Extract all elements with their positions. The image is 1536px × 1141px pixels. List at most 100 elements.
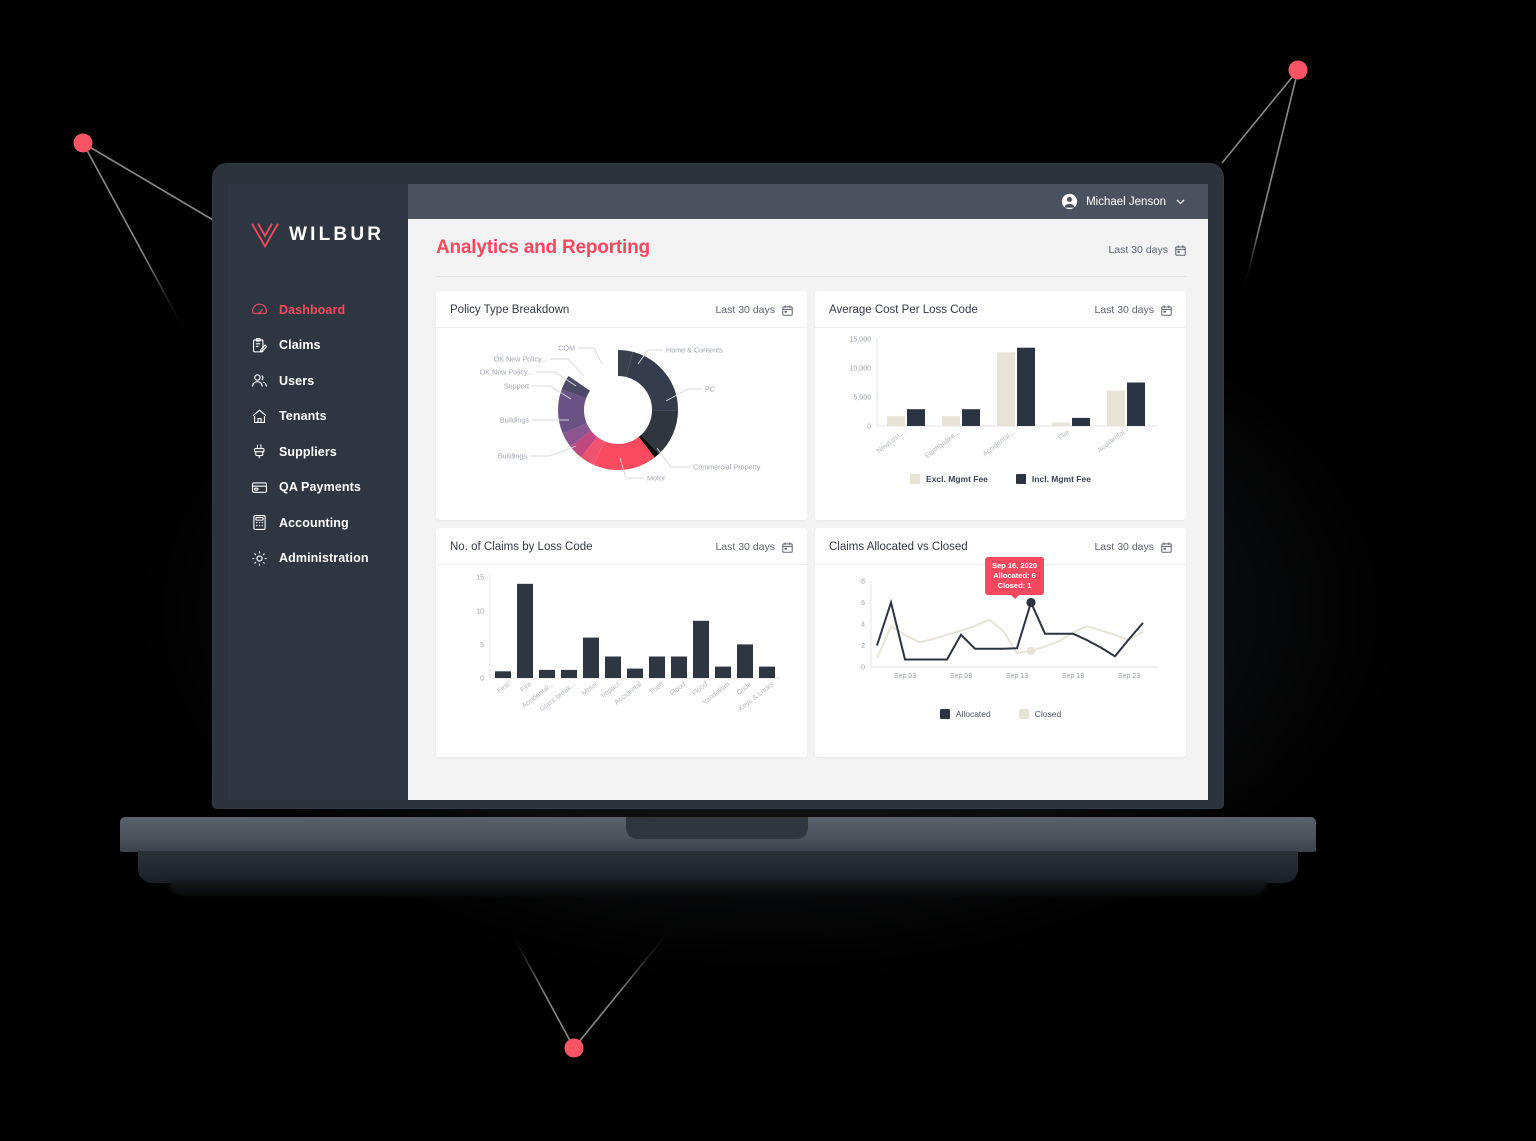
sidebar-item-label: QA Payments bbox=[279, 480, 361, 495]
page-date-range-selector[interactable]: Last 30 days bbox=[1108, 244, 1186, 256]
user-avatar-icon bbox=[1061, 193, 1078, 210]
x-tick: Accidental... bbox=[982, 429, 1016, 458]
user-name: Michael Jenson bbox=[1086, 195, 1166, 208]
sidebar-item-label: Claims bbox=[279, 338, 321, 353]
card-policy-type-breakdown: Policy Type Breakdown Last 30 days Home … bbox=[436, 291, 807, 520]
legend-item-excl-mgmt-fee[interactable]: Excl. Mgmt Fee bbox=[910, 474, 988, 484]
legend-item-incl-mgmt-fee[interactable]: Incl. Mgmt Fee bbox=[1015, 474, 1091, 484]
y-tick: 0 bbox=[867, 424, 871, 431]
range-label: Last 30 days bbox=[1094, 304, 1154, 316]
paint-brush-icon bbox=[254, 444, 265, 459]
legend-swatch bbox=[1015, 474, 1026, 484]
chart-tooltip: Sep 16, 2020 Allocated: 6 Closed: 1 bbox=[985, 557, 1045, 596]
bar bbox=[737, 644, 753, 678]
legend-swatch bbox=[939, 709, 950, 719]
page-title: Analytics and Reporting bbox=[436, 237, 650, 258]
x-tick: Flood bbox=[691, 681, 709, 697]
bar bbox=[649, 656, 665, 678]
y-tick: 0 bbox=[861, 665, 865, 672]
grouped-bar-chart: 0 5,000 10,000 15,000 NewLost... Earthqu… bbox=[829, 328, 1172, 510]
card-date-range-selector[interactable]: Last 30 days bbox=[1094, 304, 1172, 316]
tooltip-date: Sep 16, 2020 bbox=[992, 561, 1038, 570]
bar bbox=[671, 656, 687, 678]
card-date-range-selector[interactable]: Last 30 days bbox=[1094, 541, 1172, 553]
x-tick: Fire bbox=[519, 681, 533, 694]
calendar-icon bbox=[1161, 304, 1172, 316]
y-tick: 10,000 bbox=[850, 366, 872, 373]
x-tick: Sep 23 bbox=[1118, 673, 1140, 680]
donut-label: Buildings bbox=[500, 416, 530, 425]
clipboard-pen-icon bbox=[252, 337, 268, 353]
sidebar-item-accounting[interactable]: Accounting bbox=[228, 505, 408, 541]
card-title: Claims Allocated vs Closed bbox=[829, 541, 968, 553]
bar bbox=[495, 671, 511, 678]
sidebar-item-administration[interactable]: Administration bbox=[228, 541, 408, 577]
card-no-of-claims-by-loss-code: No. of Claims by Loss Code Last 30 days bbox=[436, 528, 807, 757]
x-tick: Flood bbox=[669, 681, 687, 697]
chevron-down-icon[interactable] bbox=[1174, 195, 1187, 208]
bar bbox=[693, 620, 709, 678]
card-date-range-selector[interactable]: Last 30 days bbox=[715, 541, 793, 553]
bar-excl bbox=[887, 416, 905, 426]
bar-excl bbox=[997, 352, 1015, 426]
x-tick: Sep 13 bbox=[1006, 673, 1028, 680]
donut-label: COM bbox=[558, 344, 575, 353]
bar bbox=[715, 666, 731, 678]
sidebar-item-label: Dashboard bbox=[279, 302, 346, 317]
bar bbox=[561, 669, 577, 678]
y-tick: 5,000 bbox=[853, 395, 871, 402]
gear-icon bbox=[252, 551, 267, 566]
bar bbox=[517, 583, 533, 678]
home-icon bbox=[252, 409, 267, 423]
x-tick: Motor bbox=[581, 681, 600, 698]
donut-label: PC bbox=[705, 385, 715, 394]
sidebar-item-label: Administration bbox=[279, 551, 369, 566]
chart-legend: Excl. Mgmt Fee Incl. Mgmt Fee bbox=[829, 474, 1172, 484]
callout-dot bbox=[564, 1038, 584, 1058]
card-date-range-selector[interactable]: Last 30 days bbox=[715, 304, 793, 316]
sidebar-item-suppliers[interactable]: Suppliers bbox=[228, 434, 408, 470]
brand-name: WILBUR bbox=[289, 224, 385, 245]
sidebar-item-users[interactable]: Users bbox=[228, 363, 408, 399]
calendar-icon bbox=[782, 304, 793, 316]
sidebar-item-dashboard[interactable]: Dashboard bbox=[228, 292, 408, 328]
x-tick: Sep 08 bbox=[950, 673, 972, 680]
sidebar-item-tenants[interactable]: Tenants bbox=[228, 399, 408, 435]
x-tick: Accidental bbox=[1096, 429, 1126, 455]
bar bbox=[583, 637, 599, 678]
wilbur-logo-icon bbox=[251, 223, 279, 248]
page-header: Analytics and Reporting Last 30 days bbox=[436, 237, 1186, 259]
y-tick: 4 bbox=[861, 622, 865, 629]
donut-chart: Home & Contents COM OK New Policy... OK … bbox=[450, 328, 793, 510]
range-label: Last 30 days bbox=[1094, 541, 1154, 553]
legend-swatch bbox=[1018, 709, 1029, 719]
bar-excl bbox=[942, 416, 960, 426]
x-tick: First bbox=[496, 681, 511, 695]
sidebar-item-claims[interactable]: Claims bbox=[228, 328, 408, 364]
legend-item-allocated[interactable]: Allocated bbox=[939, 709, 991, 719]
donut-label: Motor bbox=[647, 474, 666, 483]
bar bbox=[539, 669, 555, 678]
donut-label: OK New Policy... bbox=[494, 355, 547, 364]
legend-label: Incl. Mgmt Fee bbox=[1031, 474, 1091, 484]
sidebar-item-qa-payments[interactable]: QA Payments bbox=[228, 470, 408, 506]
card-average-cost-per-loss-code: Average Cost Per Loss Code Last 30 days bbox=[815, 291, 1186, 520]
tooltip-allocated: Allocated: 6 bbox=[993, 571, 1036, 581]
y-tick: 2 bbox=[861, 643, 865, 650]
calendar-icon bbox=[782, 541, 793, 553]
legend-item-closed[interactable]: Closed bbox=[1018, 709, 1061, 719]
calculator-icon bbox=[253, 515, 266, 531]
callout-dot bbox=[73, 133, 93, 153]
x-tick: Sep 03 bbox=[894, 673, 916, 680]
bar-incl bbox=[1017, 347, 1035, 426]
card-header: No. of Claims by Loss Code Last 30 days bbox=[450, 541, 793, 564]
donut-label: OK New Policy... bbox=[480, 368, 533, 377]
credit-card-icon bbox=[251, 482, 268, 493]
y-tick: 15 bbox=[476, 575, 484, 582]
range-label: Last 30 days bbox=[715, 304, 775, 316]
card-title: Policy Type Breakdown bbox=[450, 304, 570, 316]
users-icon bbox=[251, 374, 267, 387]
sidebar-nav: Dashboard Claims Users Tenants Suppliers… bbox=[228, 292, 408, 576]
topbar: Michael Jenson bbox=[408, 184, 1208, 219]
bar-incl bbox=[962, 409, 980, 426]
